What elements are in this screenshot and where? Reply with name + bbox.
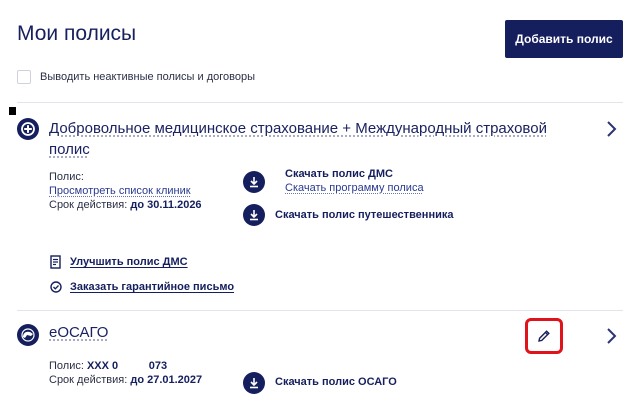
download-travel-link[interactable]: Скачать полис путешественника (275, 209, 453, 221)
guarantee-letter-link[interactable]: Заказать гарантийное письмо (70, 281, 234, 293)
add-policy-button[interactable]: Добавить полис (505, 20, 623, 58)
download-icon[interactable] (243, 204, 265, 226)
guarantee-letter-action[interactable]: Заказать гарантийное письмо (50, 281, 234, 293)
osago-policy-title[interactable]: еОСАГО (49, 322, 108, 343)
validity-row: Срок действия: до 30.11.2026 (49, 199, 202, 211)
divider (17, 102, 623, 103)
car-policy-icon (17, 324, 39, 346)
dms-policy-title[interactable]: Добровольное медицинское страхование + М… (49, 118, 549, 160)
chevron-right-icon[interactable] (605, 327, 617, 345)
document-icon (50, 255, 61, 269)
edit-button[interactable] (525, 318, 563, 354)
osago-policy-meta: Полис: ХХХ 0 073 Срок действия: до 27.01… (49, 359, 202, 387)
policy-label: Полис: (49, 171, 84, 183)
divider (17, 310, 623, 311)
pencil-icon (538, 330, 550, 342)
validity-row: Срок действия: до 27.01.2027 (49, 374, 203, 386)
download-icon[interactable] (243, 171, 265, 193)
policy-number-row: Полис: ХХХ 0 073 (49, 360, 168, 372)
improve-dms-action[interactable]: Улучшить полис ДМС (50, 255, 188, 269)
dms-policy-meta: Полис: Просмотреть список клиник Срок де… (49, 170, 202, 212)
download-osago-link[interactable]: Скачать полис ОСАГО (275, 376, 397, 388)
download-program-link[interactable]: Скачать программу полиса (285, 182, 424, 194)
inactive-filter[interactable]: Выводить неактивные полисы и договоры (17, 70, 255, 84)
download-icon[interactable] (243, 372, 265, 394)
download-dms-link[interactable]: Скачать полис ДМС (285, 168, 393, 180)
inactive-checkbox[interactable] (17, 70, 31, 84)
improve-dms-link[interactable]: Улучшить полис ДМС (70, 256, 188, 268)
inactive-label: Выводить неактивные полисы и договоры (40, 71, 255, 83)
plus-icon (17, 118, 39, 140)
marker (9, 107, 16, 115)
page-title: Мои полисы (17, 22, 137, 45)
chevron-right-icon[interactable] (605, 120, 617, 138)
clinics-link[interactable]: Просмотреть список клиник (49, 184, 202, 198)
check-circle-icon (50, 281, 62, 293)
